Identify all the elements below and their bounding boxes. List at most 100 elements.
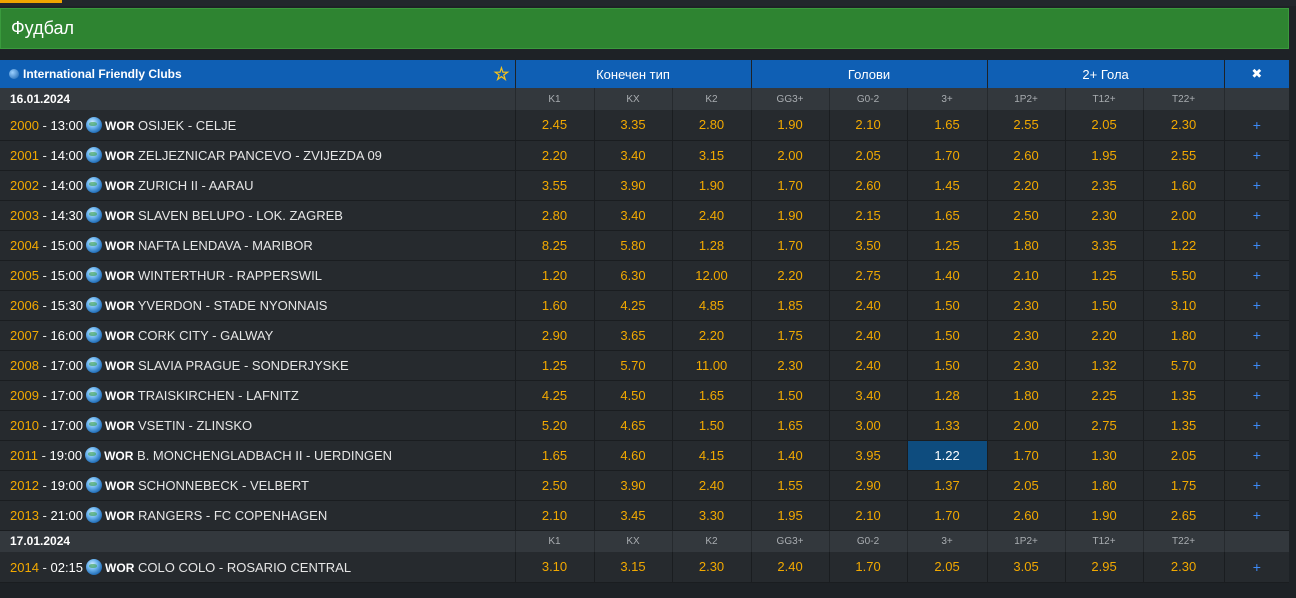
- odds-cell-t12[interactable]: 1.90: [1065, 500, 1144, 531]
- more-bets-button[interactable]: +: [1224, 552, 1290, 583]
- odds-cell-t12[interactable]: 2.25: [1065, 380, 1144, 411]
- odds-cell-k1[interactable]: 4.25: [515, 380, 595, 411]
- odds-cell-k1[interactable]: 1.65: [515, 440, 595, 471]
- odds-cell-gg3[interactable]: 1.90: [751, 110, 830, 141]
- odds-cell-1p2[interactable]: 1.70: [987, 440, 1066, 471]
- match-info[interactable]: 2014 - 02:15 WOR COLO COLO - ROSARIO CENT…: [0, 552, 516, 583]
- odds-cell-t12[interactable]: 2.95: [1065, 552, 1144, 583]
- match-info[interactable]: 2004 - 15:00 WOR NAFTA LENDAVA - MARIBOR: [0, 230, 516, 261]
- odds-cell-g02[interactable]: 2.40: [829, 290, 908, 321]
- odds-cell-k2[interactable]: 1.28: [672, 230, 752, 261]
- odds-cell-kx[interactable]: 5.70: [594, 350, 673, 381]
- odds-cell-k1[interactable]: 2.20: [515, 140, 595, 171]
- odds-cell-3[interactable]: 1.50: [907, 350, 988, 381]
- more-bets-button[interactable]: +: [1224, 350, 1290, 381]
- close-icon[interactable]: ✖: [1224, 60, 1290, 88]
- odds-cell-gg3[interactable]: 1.50: [751, 380, 830, 411]
- odds-cell-k1[interactable]: 8.25: [515, 230, 595, 261]
- odds-cell-k2[interactable]: 4.85: [672, 290, 752, 321]
- odds-cell-k1[interactable]: 1.60: [515, 290, 595, 321]
- match-info[interactable]: 2005 - 15:00 WOR WINTERTHUR - RAPPERSWIL: [0, 260, 516, 291]
- odds-cell-t22[interactable]: 2.65: [1143, 500, 1225, 531]
- more-bets-button[interactable]: +: [1224, 470, 1290, 501]
- odds-cell-t12[interactable]: 1.25: [1065, 260, 1144, 291]
- odds-cell-t22[interactable]: 5.50: [1143, 260, 1225, 291]
- odds-cell-gg3[interactable]: 1.85: [751, 290, 830, 321]
- odds-cell-kx[interactable]: 3.90: [594, 170, 673, 201]
- odds-cell-kx[interactable]: 3.65: [594, 320, 673, 351]
- odds-cell-gg3[interactable]: 1.40: [751, 440, 830, 471]
- odds-cell-gg3[interactable]: 1.70: [751, 230, 830, 261]
- odds-cell-3[interactable]: 1.40: [907, 260, 988, 291]
- odds-cell-gg3[interactable]: 1.95: [751, 500, 830, 531]
- odds-cell-gg3[interactable]: 1.90: [751, 200, 830, 231]
- odds-cell-1p2[interactable]: 2.30: [987, 290, 1066, 321]
- odds-cell-g02[interactable]: 3.40: [829, 380, 908, 411]
- odds-cell-g02[interactable]: 2.40: [829, 320, 908, 351]
- odds-cell-g02[interactable]: 2.60: [829, 170, 908, 201]
- odds-cell-t12[interactable]: 2.30: [1065, 200, 1144, 231]
- odds-cell-gg3[interactable]: 2.20: [751, 260, 830, 291]
- more-bets-button[interactable]: +: [1224, 110, 1290, 141]
- odds-cell-3[interactable]: 1.25: [907, 230, 988, 261]
- odds-cell-g02[interactable]: 2.90: [829, 470, 908, 501]
- odds-cell-k2[interactable]: 2.40: [672, 200, 752, 231]
- star-icon[interactable]: ☆: [493, 64, 509, 85]
- more-bets-button[interactable]: +: [1224, 380, 1290, 411]
- match-info[interactable]: 2011 - 19:00 WOR B. MONCHENGLADBACH II - …: [0, 440, 516, 471]
- odds-cell-k2[interactable]: 2.80: [672, 110, 752, 141]
- odds-cell-k2[interactable]: 4.15: [672, 440, 752, 471]
- odds-cell-k2[interactable]: 2.40: [672, 470, 752, 501]
- odds-cell-1p2[interactable]: 2.50: [987, 200, 1066, 231]
- odds-cell-1p2[interactable]: 2.05: [987, 470, 1066, 501]
- odds-cell-1p2[interactable]: 1.80: [987, 230, 1066, 261]
- more-bets-button[interactable]: +: [1224, 320, 1290, 351]
- odds-cell-t12[interactable]: 1.80: [1065, 470, 1144, 501]
- odds-cell-t22[interactable]: 5.70: [1143, 350, 1225, 381]
- league-header[interactable]: International Friendly Clubs ☆: [0, 60, 516, 88]
- odds-cell-g02[interactable]: 3.95: [829, 440, 908, 471]
- odds-cell-1p2[interactable]: 2.10: [987, 260, 1066, 291]
- odds-cell-kx[interactable]: 4.60: [594, 440, 673, 471]
- odds-cell-gg3[interactable]: 2.00: [751, 140, 830, 171]
- odds-cell-t12[interactable]: 1.30: [1065, 440, 1144, 471]
- odds-cell-k1[interactable]: 3.10: [515, 552, 595, 583]
- odds-cell-kx[interactable]: 3.40: [594, 200, 673, 231]
- match-info[interactable]: 2012 - 19:00 WOR SCHONNEBECK - VELBERT: [0, 470, 516, 501]
- odds-cell-g02[interactable]: 2.75: [829, 260, 908, 291]
- odds-cell-gg3[interactable]: 1.55: [751, 470, 830, 501]
- odds-cell-gg3[interactable]: 2.40: [751, 552, 830, 583]
- odds-cell-3[interactable]: 1.22: [907, 440, 988, 471]
- match-info[interactable]: 2010 - 17:00 WOR VSETIN - ZLINSKO: [0, 410, 516, 441]
- odds-cell-g02[interactable]: 3.50: [829, 230, 908, 261]
- odds-cell-g02[interactable]: 2.15: [829, 200, 908, 231]
- odds-cell-t22[interactable]: 2.05: [1143, 440, 1225, 471]
- odds-cell-1p2[interactable]: 2.60: [987, 500, 1066, 531]
- match-info[interactable]: 2003 - 14:30 WOR SLAVEN BELUPO - LOK. ZAG…: [0, 200, 516, 231]
- more-bets-button[interactable]: +: [1224, 230, 1290, 261]
- odds-cell-gg3[interactable]: 1.70: [751, 170, 830, 201]
- odds-cell-t12[interactable]: 3.35: [1065, 230, 1144, 261]
- odds-cell-3[interactable]: 1.45: [907, 170, 988, 201]
- odds-cell-t12[interactable]: 2.05: [1065, 110, 1144, 141]
- odds-cell-t12[interactable]: 1.95: [1065, 140, 1144, 171]
- odds-cell-k2[interactable]: 3.30: [672, 500, 752, 531]
- odds-cell-k1[interactable]: 2.50: [515, 470, 595, 501]
- odds-cell-3[interactable]: 1.70: [907, 500, 988, 531]
- odds-cell-kx[interactable]: 5.80: [594, 230, 673, 261]
- odds-cell-kx[interactable]: 3.40: [594, 140, 673, 171]
- more-bets-button[interactable]: +: [1224, 290, 1290, 321]
- odds-cell-k2[interactable]: 3.15: [672, 140, 752, 171]
- odds-cell-kx[interactable]: 4.65: [594, 410, 673, 441]
- odds-cell-1p2[interactable]: 2.00: [987, 410, 1066, 441]
- match-info[interactable]: 2007 - 16:00 WOR CORK CITY - GALWAY: [0, 320, 516, 351]
- odds-cell-t22[interactable]: 1.22: [1143, 230, 1225, 261]
- odds-cell-3[interactable]: 1.28: [907, 380, 988, 411]
- odds-cell-k2[interactable]: 11.00: [672, 350, 752, 381]
- odds-cell-1p2[interactable]: 2.30: [987, 350, 1066, 381]
- match-info[interactable]: 2013 - 21:00 WOR RANGERS - FC COPENHAGEN: [0, 500, 516, 531]
- odds-cell-t22[interactable]: 3.10: [1143, 290, 1225, 321]
- odds-cell-g02[interactable]: 2.10: [829, 500, 908, 531]
- odds-cell-g02[interactable]: 2.10: [829, 110, 908, 141]
- odds-cell-g02[interactable]: 2.40: [829, 350, 908, 381]
